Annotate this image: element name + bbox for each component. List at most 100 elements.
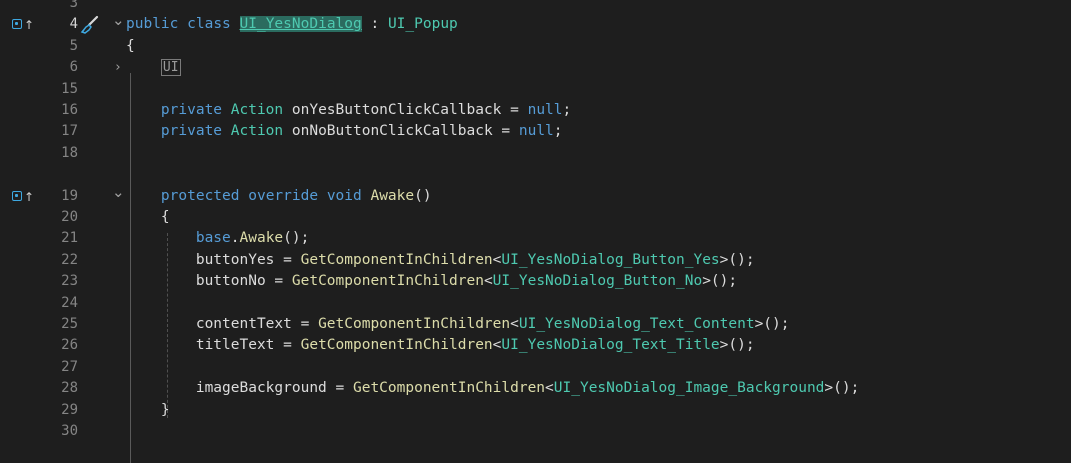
- line-number: 15: [61, 80, 78, 97]
- line-number: 20: [61, 209, 78, 225]
- identifier-token: >();: [719, 251, 755, 268]
- line-number: 29: [61, 401, 78, 418]
- line-number: 25: [61, 316, 78, 332]
- paintbrush-icon[interactable]: [78, 15, 100, 35]
- keyword-token: void: [326, 187, 362, 204]
- line-number: 21: [61, 230, 78, 247]
- override-marker-icon[interactable]: ↑: [12, 190, 34, 204]
- marker-square-glyph: [12, 19, 22, 30]
- code-text[interactable]: titleText = GetComponentInChildren<UI_Ye…: [126, 335, 755, 356]
- identifier-token: [222, 102, 231, 118]
- code-text[interactable]: private Action onYesButtonClickCallback …: [126, 100, 571, 121]
- marker-arrow-glyph: ↑: [24, 18, 35, 33]
- code-line[interactable]: 25 contentText = GetComponentInChildren<…: [0, 314, 1071, 335]
- code-line[interactable]: 20 {: [0, 207, 1071, 228]
- line-number: 28: [61, 380, 78, 397]
- chevron-right-icon[interactable]: ›: [112, 57, 124, 78]
- code-line[interactable]: 23 buttonNo = GetComponentInChildren<UI_…: [0, 271, 1071, 292]
- identifier-token: <: [510, 316, 519, 332]
- keyword-token: private: [160, 123, 223, 140]
- keyword-token: override: [248, 187, 319, 204]
- code-line[interactable]: 15: [0, 79, 1071, 100]
- code-text[interactable]: UI: [126, 57, 181, 78]
- keyword-token: public: [126, 16, 179, 33]
- code-text[interactable]: contentText = GetComponentInChildren<UI_…: [126, 314, 790, 335]
- identifier-token: {: [126, 37, 135, 54]
- code-text[interactable]: buttonYes = GetComponentInChildren<UI_Ye…: [126, 250, 755, 271]
- keyword-token: private: [160, 102, 223, 118]
- line-number: 24: [61, 294, 78, 311]
- code-line[interactable]: ↑ 19 ⌄ protected override void Awake(): [0, 183, 1071, 207]
- identifier-token: <: [545, 380, 554, 397]
- code-line[interactable]: 3: [0, 0, 1071, 14]
- type-token: Action: [230, 123, 284, 140]
- identifier-token: onNoButtonClickCallback =: [283, 123, 519, 140]
- identifier-token: buttonNo =: [126, 273, 292, 290]
- type-token: UI_YesNoDialog_Button_Yes: [501, 251, 720, 268]
- code-text[interactable]: imageBackground = GetComponentInChildren…: [126, 378, 860, 399]
- type-token: UI_YesNoDialog_Image_Background: [553, 380, 825, 397]
- type-token: UI_YesNoDialog_Text_Content: [518, 316, 755, 332]
- code-line[interactable]: 21 base.Awake();: [0, 228, 1071, 249]
- code-text[interactable]: public class UI_YesNoDialog : UI_Popup: [126, 14, 458, 35]
- method-token: GetComponentInChildren: [300, 251, 493, 268]
- marker-arrow-glyph: ↑: [24, 189, 35, 204]
- keyword-token: class: [187, 16, 231, 33]
- identifier-token: [126, 102, 161, 118]
- identifier-token: >();: [824, 380, 860, 397]
- code-line[interactable]: ↑ 4 ⌄ public class UI_YesNoDialog : UI_Popu…: [0, 11, 1071, 35]
- identifier-token: imageBackground =: [126, 380, 353, 397]
- identifier-token: onYesButtonClickCallback =: [283, 102, 528, 118]
- collapsed-region-token: UI: [160, 59, 181, 77]
- identifier-token: .: [230, 230, 240, 247]
- line-number: 27: [61, 358, 78, 375]
- code-line[interactable]: 27: [0, 357, 1071, 378]
- code-text[interactable]: protected override void Awake(): [126, 186, 432, 207]
- code-line[interactable]: 26 titleText = GetComponentInChildren<UI…: [0, 335, 1071, 356]
- identifier-token: [126, 230, 196, 246]
- identifier-token: [240, 188, 249, 204]
- identifier-token: [126, 188, 161, 204]
- method-token: Awake: [370, 187, 415, 204]
- type-token: UI_YesNoDialog_Text_Title: [501, 337, 720, 354]
- override-marker-icon[interactable]: ↑: [12, 18, 34, 32]
- chevron-down-icon[interactable]: ⌄: [112, 182, 125, 203]
- method-token: GetComponentInChildren: [352, 380, 546, 397]
- keyword-token: null: [518, 123, 554, 140]
- code-text[interactable]: buttonNo = GetComponentInChildren<UI_Yes…: [126, 271, 737, 292]
- code-line[interactable]: 5{: [0, 36, 1071, 57]
- code-text[interactable]: private Action onNoButtonClickCallback =…: [126, 121, 563, 142]
- keyword-token: base: [195, 230, 231, 247]
- identifier-token: >();: [719, 337, 755, 354]
- identifier-token: }: [126, 401, 170, 418]
- code-line[interactable]: 28 imageBackground = GetComponentInChild…: [0, 378, 1071, 399]
- identifier-token: <: [483, 273, 493, 290]
- line-number: 30: [61, 423, 78, 439]
- identifier-token: [126, 123, 161, 139]
- code-line[interactable]: 17 private Action onNoButtonClickCallbac…: [0, 121, 1071, 142]
- line-number: 23: [61, 273, 78, 290]
- code-text[interactable]: {: [126, 207, 170, 228]
- code-line[interactable]: 30: [0, 421, 1071, 442]
- code-text[interactable]: base.Awake();: [126, 228, 310, 249]
- code-text[interactable]: {: [126, 36, 135, 57]
- identifier-token: :: [361, 16, 388, 33]
- code-line[interactable]: 18: [0, 143, 1071, 164]
- code-line[interactable]: 24: [0, 293, 1071, 314]
- code-line[interactable]: 6 › UI: [0, 57, 1071, 78]
- code-editor[interactable]: 3 ↑ 4 ⌄ public class UI_YesNoDialog : UI_Pop…: [0, 0, 1071, 463]
- identifier-token: ;: [553, 123, 563, 140]
- identifier-token: ();: [283, 230, 310, 247]
- identifier-token: ;: [562, 102, 572, 118]
- method-token: GetComponentInChildren: [300, 337, 493, 354]
- identifier-token: [318, 188, 327, 204]
- identifier-token: titleText =: [126, 337, 301, 354]
- chevron-down-icon[interactable]: ⌄: [112, 10, 125, 31]
- line-number: 22: [61, 251, 78, 268]
- code-text[interactable]: }: [126, 400, 170, 421]
- code-line[interactable]: 22 buttonYes = GetComponentInChildren<UI…: [0, 250, 1071, 271]
- code-line[interactable]: [0, 164, 1071, 185]
- code-line[interactable]: 29 }: [0, 400, 1071, 421]
- identifier-token: [231, 16, 240, 32]
- code-line[interactable]: 16 private Action onYesButtonClickCallba…: [0, 100, 1071, 121]
